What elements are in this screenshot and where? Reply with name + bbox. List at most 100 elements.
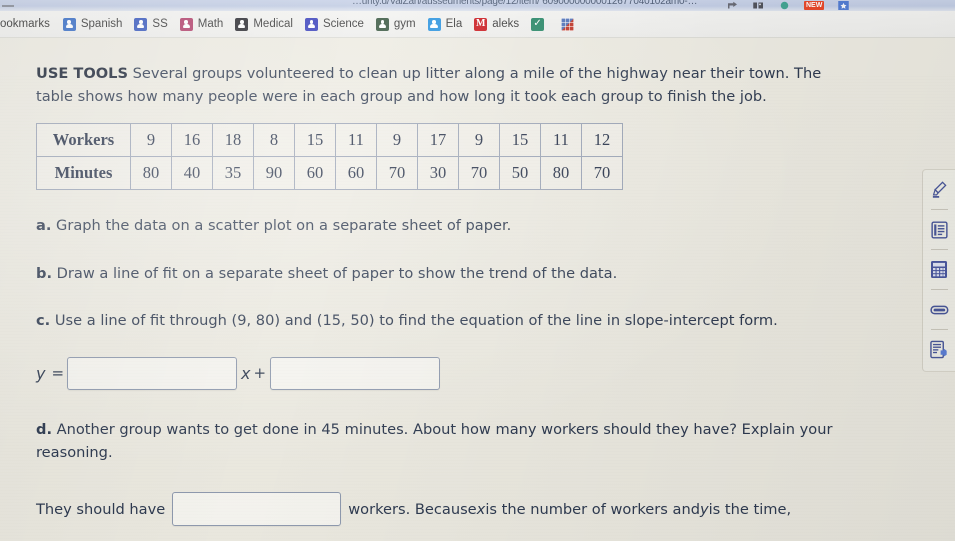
intercept-input[interactable]	[270, 356, 441, 390]
question-a: a. Graph the data on a scatter plot on a…	[36, 214, 856, 237]
extensions-icon[interactable]	[752, 1, 765, 10]
cell-minutes-10: 50	[499, 156, 541, 191]
check-glyph: ✓	[533, 18, 542, 29]
profile-icon[interactable]	[778, 1, 791, 10]
table-row-minutes: Minutes 80 40 35 90 60 60 70 30 70 50 80…	[36, 156, 623, 191]
cell-workers-10: 15	[499, 123, 541, 158]
letter-m-glyph: M	[476, 18, 486, 29]
cell-workers-9: 9	[458, 123, 500, 158]
question-b-text: Draw a line of fit on a separate sheet o…	[52, 264, 618, 282]
question-c: c. Use a line of fit through (9, 80) and…	[36, 309, 856, 332]
cell-minutes-4: 90	[253, 156, 295, 191]
bookmark-ss[interactable]: SS	[134, 17, 168, 31]
cell-workers-5: 15	[294, 123, 336, 158]
cell-minutes-7: 70	[376, 156, 418, 191]
bookmark-science[interactable]: Science	[304, 17, 364, 31]
cell-workers-12: 12	[581, 123, 623, 158]
tool-highlighter[interactable]	[926, 176, 952, 203]
answer-mid-3: is the time,	[708, 500, 792, 518]
answer-var-x: x	[476, 500, 486, 518]
tool-separator	[930, 209, 948, 210]
bookmark-medical[interactable]: Medical	[235, 17, 293, 31]
screen-root: …urity.d/VaiZah/ausseuments/page/12/item…	[0, 0, 955, 541]
tool-calculator[interactable]	[926, 256, 952, 283]
contact-icon	[304, 17, 318, 31]
worksheet-page: USE TOOLS Several groups volunteered to …	[0, 38, 955, 541]
bookmark-gym[interactable]: gym	[375, 17, 416, 31]
question-c-text: Use a line of fit through (9, 80) and (1…	[50, 312, 778, 330]
cell-minutes-11: 80	[540, 156, 582, 191]
grid-apps-icon	[561, 17, 575, 31]
contact-icon	[235, 17, 249, 31]
bookmark-ela[interactable]: Ela	[427, 17, 463, 31]
bookmark-aleks[interactable]: M aleks	[474, 17, 520, 31]
letter-m-icon: M	[474, 17, 488, 31]
bookmark-label: aleks	[492, 18, 520, 30]
check-square-icon: ✓	[531, 17, 545, 31]
row-header-workers: Workers	[36, 123, 131, 158]
tool-eraser[interactable]	[926, 296, 952, 323]
cell-workers-6: 11	[335, 123, 377, 158]
answer-var-y: y	[699, 500, 709, 518]
question-a-label: a.	[36, 217, 52, 235]
question-d: d. Another group wants to get done in 45…	[36, 418, 856, 465]
cell-minutes-3: 35	[212, 156, 254, 191]
cell-minutes-6: 60	[335, 156, 377, 191]
question-b-label: b.	[36, 264, 52, 282]
tool-video-document[interactable]	[926, 336, 952, 363]
eraser-icon	[929, 305, 948, 314]
bookmark-spanish[interactable]: Spanish	[62, 17, 123, 31]
bookmarks-label: ookmarks	[0, 18, 50, 30]
bookmark-math[interactable]: Math	[179, 17, 223, 31]
contact-icon	[62, 17, 76, 31]
browser-toolbar-icons: NEW	[726, 0, 850, 11]
bookmarks-bar: ookmarks Spanish SS Math Medical Science…	[0, 11, 955, 38]
data-table: Workers 9 16 18 8 15 11 9 17 9 15 11 12 …	[36, 123, 623, 191]
question-b: b. Draw a line of fit on a separate shee…	[36, 262, 856, 285]
answer-prefix: They should have	[36, 500, 166, 518]
bookmark-coculator[interactable]: ✓	[531, 17, 549, 31]
bookmark-label: Ela	[445, 18, 463, 30]
cell-workers-2: 16	[171, 123, 213, 158]
question-d-text: Another group wants to get done in 45 mi…	[36, 420, 833, 461]
tool-separator	[930, 249, 948, 250]
cell-workers-11: 11	[540, 123, 582, 158]
slope-input[interactable]	[67, 356, 238, 390]
row-header-minutes: Minutes	[36, 156, 131, 191]
bookmark-label: Spanish	[80, 18, 123, 30]
tool-notes[interactable]	[926, 216, 952, 243]
url-text[interactable]: …urity.d/VaiZah/ausseuments/page/12/item…	[352, 0, 698, 7]
bookmark-label: Medical	[253, 18, 293, 30]
answer-mid-1: workers. Because	[348, 500, 477, 518]
question-d-label: d.	[36, 420, 52, 438]
browser-url-bar[interactable]: …urity.d/VaiZah/ausseuments/page/12/item…	[0, 0, 955, 11]
table-row-workers: Workers 9 16 18 8 15 11 9 17 9 15 11 12	[36, 123, 623, 158]
equation-x-label: x	[241, 363, 251, 383]
cell-minutes-5: 60	[294, 156, 336, 191]
cell-minutes-1: 80	[130, 156, 172, 191]
contact-icon	[375, 17, 389, 31]
problem-text: Several groups volunteered to clean up l…	[36, 64, 822, 106]
bookmark-apps[interactable]	[561, 17, 579, 31]
video-document-icon	[930, 340, 947, 359]
tool-separator	[930, 289, 948, 290]
tool-separator	[930, 329, 948, 330]
workers-count-input[interactable]	[172, 492, 342, 527]
answer-row-1: They should have workers. Because x is t…	[36, 492, 866, 527]
cell-workers-7: 9	[376, 123, 418, 158]
answer-mid-2: is the number of workers and	[485, 500, 700, 518]
contact-icon	[427, 17, 441, 31]
contact-icon	[179, 17, 193, 31]
cell-minutes-8: 30	[417, 156, 459, 191]
cell-minutes-2: 40	[171, 156, 213, 191]
cell-minutes-9: 70	[458, 156, 500, 191]
new-badge[interactable]: NEW	[804, 1, 825, 10]
menu-icon[interactable]	[2, 0, 14, 7]
notes-icon	[930, 220, 948, 239]
bookmark-label: gym	[393, 18, 416, 30]
bookmark-star-icon[interactable]	[837, 1, 850, 10]
equation-plus: +	[253, 364, 267, 382]
equation-y-label: y	[36, 363, 46, 383]
question-a-text: Graph the data on a scatter plot on a se…	[51, 217, 512, 235]
share-icon[interactable]	[726, 1, 739, 10]
